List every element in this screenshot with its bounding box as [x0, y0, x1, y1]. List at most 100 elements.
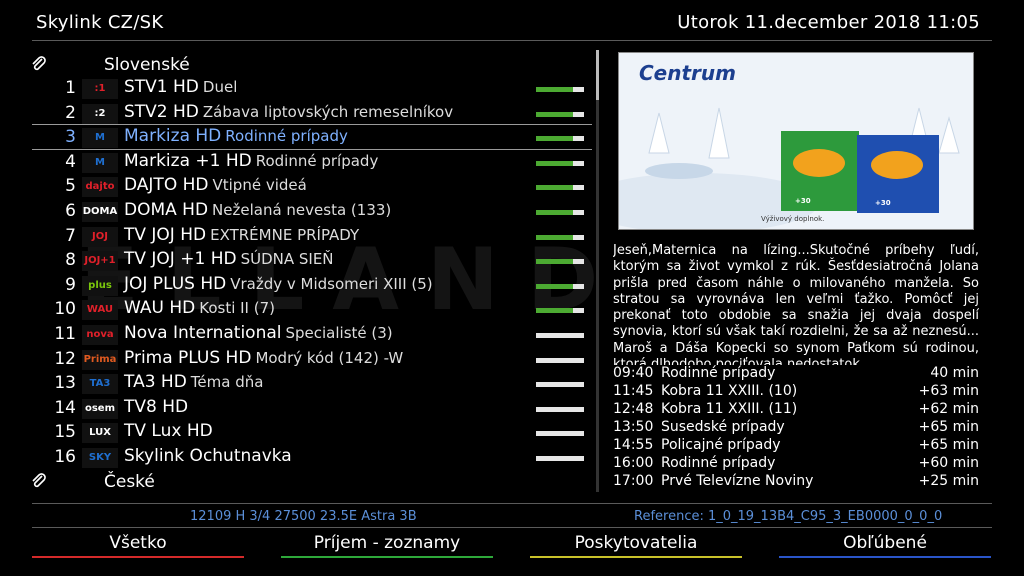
- channel-row[interactable]: 5 dajto DAJTO HD Vtipné videá: [30, 175, 590, 199]
- channel-number: 5: [65, 176, 76, 197]
- channel-number: 10: [54, 299, 76, 320]
- epg-row[interactable]: 17:00 Prvé Televízne Noviny +25 min: [613, 473, 979, 491]
- signal-fill: [536, 87, 574, 92]
- channel-number: 6: [65, 201, 76, 221]
- channel-logo-icon: TA3: [82, 374, 118, 395]
- channel-logo-icon: DOMA: [82, 202, 118, 222]
- channel-logo-icon: plus: [82, 275, 118, 296]
- channel-row[interactable]: 16 SKY Skylink Ochutnavka: [30, 446, 590, 470]
- channel-row[interactable]: 4 M Markiza +1 HD Rodinné prípady: [30, 151, 590, 175]
- signal-fill: [536, 111, 574, 117]
- epg-row[interactable]: 14:55 Policajné prípady +65 min: [613, 437, 979, 455]
- current-event: SÚDNA SIEŇ: [240, 250, 334, 269]
- color-button[interactable]: Príjem - zoznamy: [281, 533, 493, 553]
- provider-title: Skylink CZ/SK: [36, 12, 164, 33]
- epg-title: Policajné prípady: [661, 437, 781, 453]
- channel-row[interactable]: 12 Prima Prima PLUS HD Modrý kód (142) -W: [30, 348, 590, 372]
- poster-badge: +30: [795, 197, 811, 205]
- channel-number: 4: [65, 151, 76, 172]
- signal-bar: [536, 431, 584, 437]
- signal-fill: [536, 136, 574, 142]
- channel-name: DAJTO HD: [124, 175, 209, 196]
- epg-row[interactable]: 11:45 Kobra 11 XXIII. (10) +63 min: [613, 383, 979, 401]
- channel-row[interactable]: 6 DOMA DOMA HD Neželaná nevesta (133): [30, 200, 590, 224]
- signal-bar: [536, 283, 584, 289]
- epg-row[interactable]: 09:40 Rodinné prípady 40 min: [613, 365, 979, 383]
- scrollbar[interactable]: [596, 50, 599, 492]
- signal-bar: [536, 333, 584, 338]
- channel-name: Markiza HD: [124, 126, 222, 147]
- signal-fill: [536, 160, 574, 166]
- epg-list: 09:40 Rodinné prípady 40 min 11:45 Kobra 11 …: [613, 365, 979, 491]
- channel-number: 12: [54, 348, 76, 369]
- signal-bar: [536, 357, 584, 363]
- channel-logo-icon: WAU: [82, 300, 118, 321]
- channel-label: TV JOJ +1 HD SÚDNA SIEŇ: [124, 249, 334, 269]
- color-button-underline: [779, 556, 991, 558]
- signal-fill: [536, 259, 574, 265]
- epg-time: 13:50: [613, 419, 654, 435]
- channel-label: DOMA HD Neželaná nevesta (133): [124, 200, 391, 220]
- channel-name: Skylink Ochutnavka: [124, 446, 292, 466]
- epg-duration: +63 min: [918, 383, 979, 399]
- signal-fill: [536, 283, 574, 289]
- signal-bar: [536, 382, 584, 388]
- signal-bar: [536, 456, 584, 461]
- channel-number: 9: [65, 274, 76, 295]
- channel-label: JOJ PLUS HD Vraždy v Midsomeri XIII (5): [124, 274, 433, 294]
- channel-logo-icon: :2: [82, 103, 118, 124]
- signal-bar: [536, 406, 584, 412]
- epg-row[interactable]: 12:48 Kobra 11 XXIII. (11) +62 min: [613, 401, 979, 419]
- channel-row[interactable]: 15 LUX TV Lux HD: [30, 421, 590, 445]
- epg-row[interactable]: 16:00 Rodinné prípady +60 min: [613, 455, 979, 473]
- epg-duration: +62 min: [918, 401, 979, 417]
- channel-number: 3: [65, 127, 76, 148]
- channel-name: TV Lux HD: [124, 421, 213, 442]
- current-event: Specialisté (3): [285, 324, 393, 342]
- channel-row[interactable]: 1:1 STV1 HD Duel: [30, 77, 590, 101]
- channel-row[interactable]: 10 WAU WAU HD Kosti II (7): [30, 298, 590, 322]
- channel-logo-icon: M: [82, 128, 118, 149]
- channel-name: TV JOJ HD: [124, 224, 207, 245]
- color-button-underline: [32, 556, 244, 558]
- program-poster: Centrum +30 +30 Výživový doplnok.: [618, 52, 974, 230]
- channel-row[interactable]: 2:2 STV2 HD Zábava liptovských remeselníko…: [30, 102, 590, 126]
- channel-number: 15: [54, 422, 76, 443]
- channel-row[interactable]: 9 plus JOJ PLUS HD Vraždy v Midsomeri XIII …: [30, 274, 590, 298]
- channel-label: TV8 HD: [124, 397, 192, 417]
- channel-logo-icon: nova: [82, 325, 118, 345]
- channel-name: Prima PLUS HD: [124, 347, 252, 368]
- color-button[interactable]: Poskytovatelia: [530, 533, 742, 553]
- signal-bar: [536, 160, 584, 166]
- signal-bar: [536, 111, 584, 117]
- channel-label: TA3 HD Téma dňa: [124, 372, 263, 392]
- epg-time: 14:55: [613, 437, 654, 453]
- epg-duration: 40 min: [930, 365, 979, 381]
- current-event: Rodinné prípady: [255, 151, 379, 170]
- channel-row[interactable]: 3 M Markiza HD Rodinné prípady: [30, 126, 590, 150]
- channel-row[interactable]: 8 JOJ+1 TV JOJ +1 HD SÚDNA SIEŇ: [30, 249, 590, 273]
- signal-bar: [536, 136, 584, 142]
- current-event: Kosti II (7): [199, 299, 275, 318]
- transponder-info: 12109 H 3/4 27500 23.5E Astra 3B: [190, 509, 417, 524]
- scrollbar-thumb[interactable]: [596, 50, 599, 100]
- channel-row[interactable]: 11 nova Nova International Specialisté (3): [30, 323, 590, 347]
- channel-row[interactable]: 7 JOJ TV JOJ HD EXTRÉMNE PRÍPADY: [30, 225, 590, 249]
- current-event: Vraždy v Midsomeri XIII (5): [230, 274, 433, 293]
- channel-row[interactable]: 14 osem TV8 HD: [30, 397, 590, 421]
- signal-bar: [536, 234, 584, 240]
- channel-logo-icon: M: [82, 152, 118, 173]
- selection-bottom-line: [32, 149, 592, 150]
- epg-row[interactable]: 13:50 Susedské prípady +65 min: [613, 419, 979, 437]
- channel-label: TV Lux HD: [124, 421, 217, 441]
- channel-logo-icon: osem: [82, 398, 118, 419]
- channel-number: 13: [54, 373, 76, 394]
- color-button[interactable]: Obľúbené: [779, 533, 991, 553]
- channel-row[interactable]: 13 TA3 TA3 HD Téma dňa: [30, 372, 590, 396]
- color-button[interactable]: Všetko: [32, 533, 244, 553]
- poster-brand: Centrum: [639, 61, 736, 85]
- channel-number: 11: [54, 324, 76, 344]
- current-event: Zábava liptovských remeselníkov: [202, 102, 454, 121]
- epg-duration: +60 min: [918, 455, 979, 471]
- epg-title: Rodinné prípady: [661, 455, 776, 471]
